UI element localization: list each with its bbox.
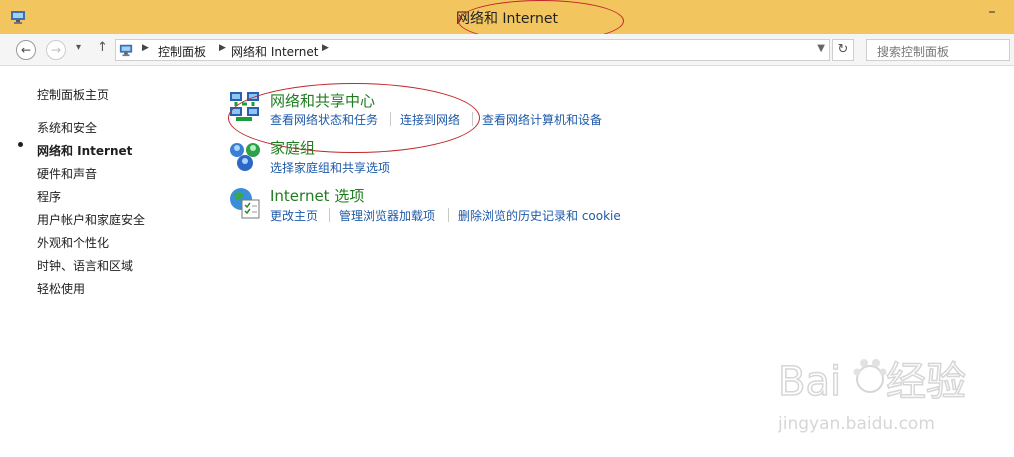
nav-item-ease-of-access[interactable]: 轻松使用 xyxy=(37,280,85,297)
navigation-bar: ← → ▾ ↑ ▶ 控制面板 ▶ 网络和 Internet ▶ ▼ ↻ 搜索控制… xyxy=(0,34,1014,66)
link-homegroup-options[interactable]: 选择家庭组和共享选项 xyxy=(270,159,390,176)
category-title-internet-options[interactable]: Internet 选项 xyxy=(270,185,364,206)
title-bar: 网络和 Internet – xyxy=(0,0,1014,42)
chevron-down-icon[interactable]: ▼ xyxy=(817,43,825,54)
recent-pages-icon[interactable]: ▾ xyxy=(76,42,81,53)
control-panel-icon xyxy=(119,44,133,57)
internet-options-icon[interactable] xyxy=(228,186,262,220)
search-input[interactable]: 搜索控制面板 xyxy=(866,39,1010,61)
address-bar[interactable]: ▶ 控制面板 ▶ 网络和 Internet ▶ ▼ xyxy=(115,39,830,61)
category-title-homegroup[interactable]: 家庭组 xyxy=(270,137,315,158)
nav-item-system-security[interactable]: 系统和安全 xyxy=(37,119,97,136)
back-button[interactable]: ← xyxy=(16,40,36,60)
up-arrow-icon[interactable]: ↑ xyxy=(97,40,108,55)
navigation-bar-inner: ← → ▾ ↑ ▶ 控制面板 ▶ 网络和 Internet ▶ ▼ ↻ 搜索控制… xyxy=(0,34,1014,66)
nav-item-user-accounts[interactable]: 用户帐户和家庭安全 xyxy=(37,211,145,228)
nav-item-control-panel-home[interactable]: 控制面板主页 xyxy=(37,86,109,103)
refresh-button[interactable]: ↻ xyxy=(832,39,854,61)
search-placeholder: 搜索控制面板 xyxy=(877,45,950,59)
active-nav-bullet xyxy=(18,142,23,147)
svg-text:Bai: Bai xyxy=(778,359,841,405)
svg-text:经验: 经验 xyxy=(886,359,966,405)
link-separator xyxy=(448,208,449,222)
nav-item-clock-region[interactable]: 时钟、语言和区域 xyxy=(37,257,133,274)
nav-item-hardware-sound[interactable]: 硬件和声音 xyxy=(37,165,97,182)
baidu-jingyan-watermark: Bai 经验 jingyan.baidu.com xyxy=(778,358,967,434)
chevron-right-icon[interactable]: ▶ xyxy=(219,43,226,53)
link-delete-history[interactable]: 删除浏览的历史记录和 cookie xyxy=(458,207,621,224)
forward-button[interactable]: → xyxy=(46,40,66,60)
breadcrumb-control-panel[interactable]: 控制面板 xyxy=(158,43,206,60)
svg-text:jingyan.baidu.com: jingyan.baidu.com xyxy=(778,414,935,434)
chevron-right-icon[interactable]: ▶ xyxy=(322,43,329,53)
minimize-button[interactable]: – xyxy=(982,4,1002,20)
nav-item-programs[interactable]: 程序 xyxy=(37,188,61,205)
chevron-right-icon[interactable]: ▶ xyxy=(142,43,149,53)
nav-item-network-internet[interactable]: 网络和 Internet xyxy=(37,142,132,159)
link-change-homepage[interactable]: 更改主页 xyxy=(270,207,318,224)
network-annotation-ellipse xyxy=(228,83,480,153)
homegroup-icon[interactable] xyxy=(228,139,262,173)
link-separator xyxy=(329,208,330,222)
breadcrumb-network-internet[interactable]: 网络和 Internet xyxy=(231,43,318,60)
nav-item-appearance[interactable]: 外观和个性化 xyxy=(37,234,109,251)
link-view-network-computers[interactable]: 查看网络计算机和设备 xyxy=(482,111,602,128)
link-manage-addons[interactable]: 管理浏览器加载项 xyxy=(339,207,435,224)
